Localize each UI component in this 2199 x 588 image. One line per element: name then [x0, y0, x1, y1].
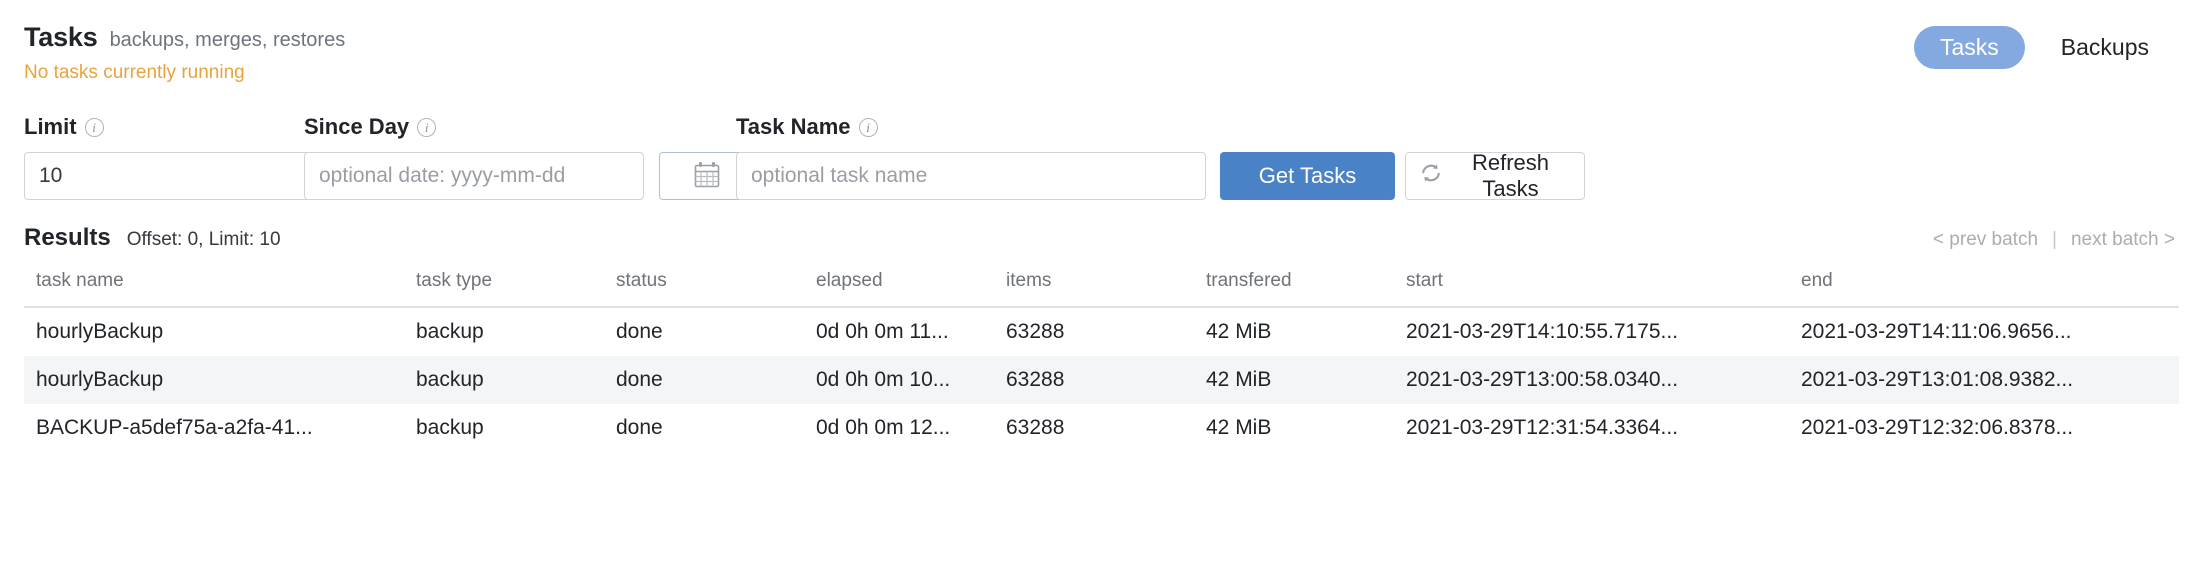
- cell-end: 2021-03-29T12:32:06.8378...: [1789, 404, 2179, 452]
- tasks-table-body: hourlyBackup backup done 0d 0h 0m 11... …: [24, 307, 2179, 452]
- toggle-backups-button[interactable]: Backups: [2035, 26, 2175, 69]
- info-icon[interactable]: i: [417, 118, 436, 137]
- cell-end: 2021-03-29T13:01:08.9382...: [1789, 356, 2179, 404]
- page-title: Tasks backups, merges, restores: [24, 22, 345, 53]
- cell-items: 63288: [994, 404, 1194, 452]
- tasks-table: task name task type status elapsed items…: [24, 266, 2179, 452]
- cell-items: 63288: [994, 356, 1194, 404]
- get-tasks-button-wrap: Get Tasks: [1220, 152, 1395, 200]
- page-title-main: Tasks: [24, 22, 98, 53]
- table-row[interactable]: hourlyBackup backup done 0d 0h 0m 11... …: [24, 307, 2179, 356]
- table-row[interactable]: hourlyBackup backup done 0d 0h 0m 10... …: [24, 356, 2179, 404]
- refresh-icon: [1420, 162, 1442, 190]
- cell-end: 2021-03-29T14:11:06.9656...: [1789, 307, 2179, 356]
- cell-start: 2021-03-29T12:31:54.3364...: [1394, 404, 1789, 452]
- task-name-label: Task Name i: [736, 114, 878, 140]
- get-tasks-button[interactable]: Get Tasks: [1220, 152, 1395, 200]
- limit-label-text: Limit: [24, 114, 77, 140]
- column-header-transfered[interactable]: transfered: [1194, 266, 1394, 307]
- cell-elapsed: 0d 0h 0m 12...: [804, 404, 994, 452]
- info-icon[interactable]: i: [859, 118, 878, 137]
- column-header-items[interactable]: items: [994, 266, 1194, 307]
- task-name-input[interactable]: [736, 152, 1206, 200]
- column-header-end[interactable]: end: [1789, 266, 2179, 307]
- cell-status: done: [604, 307, 804, 356]
- cell-task-type: backup: [404, 404, 604, 452]
- pager-separator: |: [2052, 229, 2057, 251]
- results-title: Results: [24, 224, 111, 252]
- table-header-row: task name task type status elapsed items…: [24, 266, 2179, 307]
- cell-transfered: 42 MiB: [1194, 307, 1394, 356]
- info-icon[interactable]: i: [85, 118, 104, 137]
- limit-label: Limit i: [24, 114, 104, 140]
- cell-task-type: backup: [404, 307, 604, 356]
- since-day-label: Since Day i: [304, 114, 436, 140]
- cell-status: done: [604, 356, 804, 404]
- results-offset-limit: Offset: 0, Limit: 10: [127, 229, 281, 251]
- since-day-field-wrap: [304, 152, 644, 200]
- tasks-table-head: task name task type status elapsed items…: [24, 266, 2179, 307]
- title-block: Tasks backups, merges, restores No tasks…: [24, 22, 345, 84]
- column-header-elapsed[interactable]: elapsed: [804, 266, 994, 307]
- calendar-icon: [694, 161, 720, 191]
- cell-status: done: [604, 404, 804, 452]
- batch-pager: < prev batch | next batch >: [1933, 229, 2175, 251]
- cell-task-name: hourlyBackup: [24, 307, 404, 356]
- page-title-subtitle: backups, merges, restores: [110, 29, 346, 52]
- refresh-tasks-button-wrap: Refresh Tasks: [1405, 152, 1585, 200]
- cell-task-type: backup: [404, 356, 604, 404]
- cell-start: 2021-03-29T14:10:55.7175...: [1394, 307, 1789, 356]
- since-day-input[interactable]: [304, 152, 644, 200]
- results-header-left: Results Offset: 0, Limit: 10: [24, 224, 281, 252]
- since-day-label-text: Since Day: [304, 114, 409, 140]
- page-header: Tasks backups, merges, restores No tasks…: [24, 0, 2175, 84]
- cell-elapsed: 0d 0h 0m 11...: [804, 307, 994, 356]
- cell-start: 2021-03-29T13:00:58.0340...: [1394, 356, 1789, 404]
- cell-elapsed: 0d 0h 0m 10...: [804, 356, 994, 404]
- view-toggle-group: Tasks Backups: [1914, 22, 2175, 69]
- running-tasks-status: No tasks currently running: [24, 62, 345, 84]
- cell-transfered: 42 MiB: [1194, 404, 1394, 452]
- column-header-task-name[interactable]: task name: [24, 266, 404, 307]
- table-row[interactable]: BACKUP-a5def75a-a2fa-41... backup done 0…: [24, 404, 2179, 452]
- refresh-tasks-button[interactable]: Refresh Tasks: [1405, 152, 1585, 200]
- cell-task-name: hourlyBackup: [24, 356, 404, 404]
- toggle-tasks-button[interactable]: Tasks: [1914, 26, 2025, 69]
- cell-task-name: BACKUP-a5def75a-a2fa-41...: [24, 404, 404, 452]
- cell-transfered: 42 MiB: [1194, 356, 1394, 404]
- prev-batch-link[interactable]: < prev batch: [1933, 229, 2038, 251]
- results-header: Results Offset: 0, Limit: 10 < prev batc…: [24, 224, 2175, 252]
- cell-items: 63288: [994, 307, 1194, 356]
- task-name-field-wrap: [736, 152, 1206, 200]
- column-header-status[interactable]: status: [604, 266, 804, 307]
- column-header-start[interactable]: start: [1394, 266, 1789, 307]
- tasks-page: Tasks backups, merges, restores No tasks…: [0, 0, 2199, 588]
- next-batch-link[interactable]: next batch >: [2071, 229, 2175, 251]
- refresh-tasks-label: Refresh Tasks: [1451, 150, 1570, 202]
- task-name-label-text: Task Name: [736, 114, 851, 140]
- filters-bar: Limit i Since Day i: [24, 114, 2175, 202]
- column-header-task-type[interactable]: task type: [404, 266, 604, 307]
